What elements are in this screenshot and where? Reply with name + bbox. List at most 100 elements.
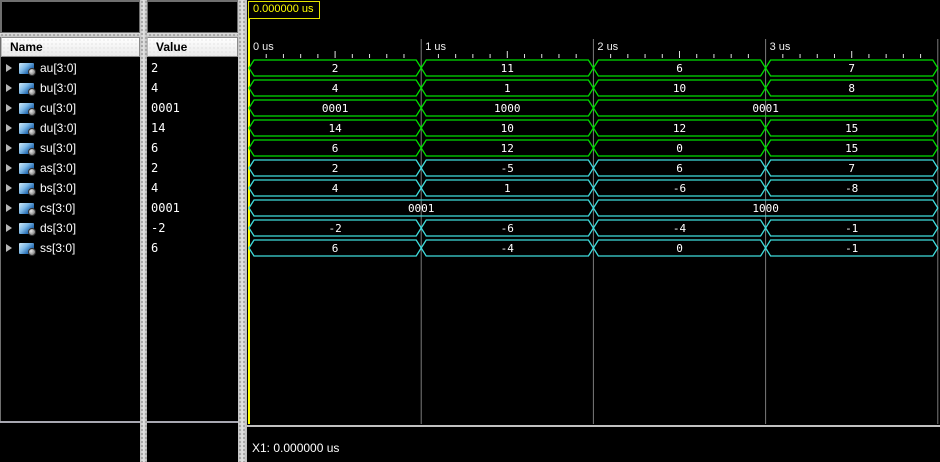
expand-arrow-icon[interactable] <box>6 64 12 72</box>
signal-row[interactable]: bu[3:0] <box>1 78 140 98</box>
ruler-time-label: 3 us <box>770 41 791 53</box>
value-column-header[interactable]: Value <box>147 37 238 57</box>
signal-current-value: 6 <box>147 238 238 258</box>
bus-segment-value: 7 <box>848 62 855 75</box>
expand-arrow-icon[interactable] <box>6 144 12 152</box>
signal-name-label: bu[3:0] <box>40 81 77 95</box>
bus-signal-icon <box>19 243 34 254</box>
bus-signal-icon <box>19 223 34 234</box>
bus-segment-value: 1000 <box>494 102 521 115</box>
bus-segment-value: 6 <box>676 162 683 175</box>
bus-segment-value: -5 <box>501 162 514 175</box>
bus-segment-value: 0 <box>676 142 683 155</box>
bus-segment-value: 12 <box>673 122 686 135</box>
bus-segment-value: -6 <box>673 182 686 195</box>
signal-name-label: cs[3:0] <box>40 201 75 215</box>
name-value-splitter[interactable] <box>140 0 147 462</box>
bus-segment-value: -1 <box>845 242 858 255</box>
bus-segment-value: 10 <box>501 122 514 135</box>
signal-row[interactable]: du[3:0] <box>1 118 140 138</box>
name-panel-toolbar-area <box>1 1 140 33</box>
expand-arrow-icon[interactable] <box>6 184 12 192</box>
expand-arrow-icon[interactable] <box>6 204 12 212</box>
signal-row[interactable]: ds[3:0] <box>1 218 140 238</box>
signal-name-label: su[3:0] <box>40 141 76 155</box>
bus-segment-value: -8 <box>845 182 858 195</box>
bus-signal-icon <box>19 63 34 74</box>
signal-row[interactable]: bs[3:0] <box>1 178 140 198</box>
signal-value-list: 240001146240001-26 <box>147 58 238 258</box>
bus-segment-value: -2 <box>328 222 341 235</box>
bus-signal-icon <box>19 183 34 194</box>
bus-signal-icon <box>19 123 34 134</box>
bus-signal-icon <box>19 103 34 114</box>
signal-row[interactable]: su[3:0] <box>1 138 140 158</box>
signal-row[interactable]: au[3:0] <box>1 58 140 78</box>
signal-current-value: 0001 <box>147 98 238 118</box>
cursor-x1-status: X1: 0.000000 us <box>252 441 339 455</box>
bus-segment-value: 0 <box>676 242 683 255</box>
signal-current-value: 2 <box>147 58 238 78</box>
bus-segment-value: -1 <box>845 222 858 235</box>
signal-row[interactable]: cu[3:0] <box>1 98 140 118</box>
waveform-canvas[interactable]: 0 us1 us2 us3 us211674110800011000000114… <box>247 0 940 427</box>
bus-segment-value: 6 <box>332 142 339 155</box>
expand-arrow-icon[interactable] <box>6 84 12 92</box>
cursor-time-readout: 0.000000 us <box>248 1 320 19</box>
signal-name-list: au[3:0] bu[3:0] cu[3:0] du[3:0] su[3:0] as[3:… <box>1 58 140 258</box>
bus-segment-value: 11 <box>501 62 514 75</box>
signal-name-label: au[3:0] <box>40 61 77 75</box>
bus-segment-value: -4 <box>673 222 687 235</box>
signal-current-value: 4 <box>147 78 238 98</box>
value-wave-splitter[interactable] <box>238 0 247 462</box>
signal-row[interactable]: as[3:0] <box>1 158 140 178</box>
value-panel-toolbar-area <box>147 1 238 33</box>
bus-segment-value: 4 <box>332 82 339 95</box>
bus-signal-icon <box>19 83 34 94</box>
bus-segment-value: 8 <box>848 82 855 95</box>
bus-signal-icon <box>19 203 34 214</box>
expand-arrow-icon[interactable] <box>6 244 12 252</box>
signal-name-label: du[3:0] <box>40 121 77 135</box>
signal-row[interactable]: cs[3:0] <box>1 198 140 218</box>
signal-current-value: 2 <box>147 158 238 178</box>
bus-segment-value: 4 <box>332 182 339 195</box>
signal-current-value: 14 <box>147 118 238 138</box>
signal-current-value: 0001 <box>147 198 238 218</box>
bus-segment-value: 10 <box>673 82 686 95</box>
bus-segment-value: 2 <box>332 162 339 175</box>
bus-segment-value: 0001 <box>322 102 349 115</box>
signal-name-label: cu[3:0] <box>40 101 76 115</box>
waveform-bottom-divider <box>247 425 940 427</box>
bus-segment-value: 0001 <box>408 202 435 215</box>
bus-signal-icon <box>19 163 34 174</box>
ruler-time-label: 0 us <box>253 41 274 53</box>
ruler-time-label: 1 us <box>425 41 446 53</box>
left-panel-bottom-divider <box>0 421 247 423</box>
wave-viewer-window: Name Value au[3:0] bu[3:0] cu[3:0] du[3:0] s… <box>0 0 940 462</box>
bus-segment-value: 1 <box>504 182 511 195</box>
bus-segment-value: 15 <box>845 122 858 135</box>
bus-segment-value: 6 <box>332 242 339 255</box>
bus-signal-icon <box>19 143 34 154</box>
signal-current-value: 6 <box>147 138 238 158</box>
signal-name-label: as[3:0] <box>40 161 76 175</box>
expand-arrow-icon[interactable] <box>6 124 12 132</box>
signal-name-label: ss[3:0] <box>40 241 75 255</box>
expand-arrow-icon[interactable] <box>6 224 12 232</box>
waveform-panel: 0.000000 us 0 us1 us2 us3 us211674110800… <box>247 0 940 462</box>
time-cursor-line[interactable] <box>248 17 250 424</box>
signal-current-value: -2 <box>147 218 238 238</box>
bus-segment-value: 2 <box>332 62 339 75</box>
signal-row[interactable]: ss[3:0] <box>1 238 140 258</box>
expand-arrow-icon[interactable] <box>6 164 12 172</box>
bus-segment-value: 0001 <box>752 102 779 115</box>
expand-arrow-icon[interactable] <box>6 104 12 112</box>
bus-segment-value: -6 <box>501 222 514 235</box>
signal-name-label: ds[3:0] <box>40 221 76 235</box>
bus-segment-value: 1 <box>504 82 511 95</box>
bus-segment-value: 7 <box>848 162 855 175</box>
signal-current-value: 4 <box>147 178 238 198</box>
name-column-header[interactable]: Name <box>1 37 140 57</box>
bus-segment-value: 6 <box>676 62 683 75</box>
